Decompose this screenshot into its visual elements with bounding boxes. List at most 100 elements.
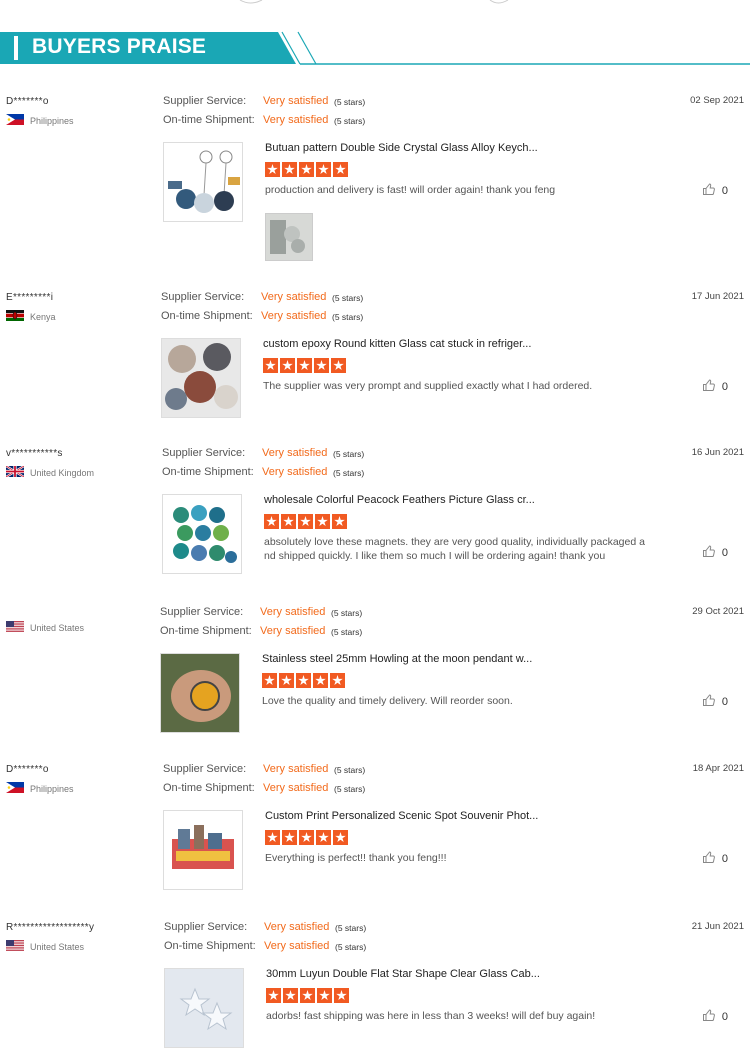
shipment-label: On-time Shipment:	[164, 940, 256, 952]
like-count: 0	[721, 852, 728, 865]
like-button[interactable]: 0	[702, 850, 728, 867]
supplier-service-stars: (5 stars)	[331, 608, 363, 618]
souvenir-thumbnail[interactable]	[163, 810, 243, 890]
review-comment: adorbs! fast shipping was here in less t…	[266, 1010, 596, 1022]
reviewer-name: D*******o	[6, 96, 49, 107]
kitten-magnet-thumbnail[interactable]	[161, 338, 241, 418]
top-divider	[239, 0, 509, 4]
product-title-link[interactable]: 30mm Luyun Double Flat Star Shape Clear …	[266, 968, 540, 980]
star-icon	[333, 162, 348, 177]
thumbs-up-icon	[702, 693, 716, 710]
keychain-thumbnail[interactable]	[163, 142, 243, 222]
shipment-stars: (5 stars)	[332, 312, 364, 322]
product-title-link[interactable]: custom epoxy Round kitten Glass cat stuc…	[263, 338, 531, 350]
peacock-magnet-thumbnail[interactable]	[162, 494, 242, 574]
star-icon	[265, 830, 280, 845]
star-icon	[300, 988, 315, 1003]
shipment-stars: (5 stars)	[335, 942, 367, 952]
star-icon	[265, 162, 280, 177]
country-name: United Kingdom	[30, 467, 95, 478]
country-name: Philippines	[30, 783, 74, 794]
star-icon	[283, 988, 298, 1003]
star-icon	[280, 358, 295, 373]
product-title-link[interactable]: Stainless steel 25mm Howling at the moon…	[262, 653, 532, 665]
shipment-rating: Very satisfied	[260, 625, 326, 637]
shipment-stars: (5 stars)	[333, 468, 365, 478]
review-date: 16 Jun 2021	[691, 447, 744, 458]
shipment-stars: (5 stars)	[334, 116, 366, 126]
shipment-label: On-time Shipment:	[161, 310, 253, 322]
country-name: Philippines	[30, 115, 74, 126]
review-date: 02 Sep 2021	[690, 95, 744, 106]
like-count: 0	[721, 546, 728, 559]
review-date: 18 Apr 2021	[692, 763, 744, 774]
review-comment: Everything is perfect!! thank you feng!!…	[265, 852, 447, 864]
supplier-service-rating: Very satisfied	[263, 763, 329, 775]
shipment-rating: Very satisfied	[263, 114, 329, 126]
star-icon	[332, 514, 347, 529]
review-comment: The supplier was very prompt and supplie…	[263, 380, 593, 392]
thumbs-up-icon	[702, 850, 716, 867]
reviewer-country: Philippines	[6, 114, 74, 127]
shipment-rating: Very satisfied	[262, 466, 328, 478]
shipment-label: On-time Shipment:	[162, 466, 254, 478]
review-date: 17 Jun 2021	[691, 291, 744, 302]
like-button[interactable]: 0	[702, 182, 728, 199]
philippines-flag-icon	[6, 114, 24, 127]
reviewer-name: v***********s	[6, 448, 63, 459]
supplier-service-rating: Very satisfied	[261, 291, 327, 303]
star-icon	[313, 673, 328, 688]
product-title-link[interactable]: Butuan pattern Double Side Crystal Glass…	[265, 142, 538, 154]
supplier-service-stars: (5 stars)	[335, 923, 367, 933]
us-flag-icon	[6, 621, 24, 634]
rating-stars	[264, 514, 347, 529]
review-photo[interactable]	[265, 213, 313, 261]
reviewer-name: E*********i	[6, 292, 54, 303]
star-icon	[297, 358, 312, 373]
pendant-thumbnail[interactable]	[160, 653, 240, 733]
like-button[interactable]: 0	[702, 1008, 728, 1025]
like-count: 0	[721, 380, 728, 393]
star-icon	[317, 988, 332, 1003]
review-comment: production and delivery is fast! will or…	[265, 184, 556, 196]
review-date: 29 Oct 2021	[692, 606, 744, 617]
rating-stars	[263, 358, 346, 373]
star-icon	[282, 830, 297, 845]
thumbs-up-icon	[702, 544, 716, 561]
supplier-service-rating: Very satisfied	[262, 447, 328, 459]
star-icon	[264, 514, 279, 529]
star-icon	[266, 988, 281, 1003]
like-count: 0	[721, 1010, 728, 1023]
star-icon	[334, 988, 349, 1003]
star-icon	[316, 162, 331, 177]
shipment-rating: Very satisfied	[264, 940, 330, 952]
kenya-flag-icon	[6, 310, 24, 323]
star-icon	[263, 358, 278, 373]
us-flag-icon	[6, 940, 24, 953]
star-icon	[331, 358, 346, 373]
star-glass-thumbnail[interactable]	[164, 968, 244, 1048]
supplier-service-rating: Very satisfied	[264, 921, 330, 933]
star-icon	[299, 830, 314, 845]
supplier-service-label: Supplier Service:	[162, 447, 246, 459]
section-title: BUYERS PRAISE	[32, 35, 207, 58]
shipment-stars: (5 stars)	[334, 784, 366, 794]
review-comment: absolutely love these magnets. they are …	[264, 536, 645, 562]
star-icon	[299, 162, 314, 177]
product-title-link[interactable]: wholesale Colorful Peacock Feathers Pict…	[264, 494, 535, 506]
star-icon	[279, 673, 294, 688]
supplier-service-label: Supplier Service:	[161, 291, 245, 303]
supplier-service-stars: (5 stars)	[334, 765, 366, 775]
product-title-link[interactable]: Custom Print Personalized Scenic Spot So…	[265, 810, 538, 822]
like-count: 0	[721, 184, 728, 197]
like-button[interactable]: 0	[702, 378, 728, 395]
supplier-service-stars: (5 stars)	[333, 449, 365, 459]
like-button[interactable]: 0	[702, 693, 728, 710]
rating-stars	[262, 673, 345, 688]
star-icon	[316, 830, 331, 845]
supplier-service-stars: (5 stars)	[334, 97, 366, 107]
supplier-service-label: Supplier Service:	[164, 921, 248, 933]
like-button[interactable]: 0	[702, 544, 728, 561]
philippines-flag-icon	[6, 782, 24, 795]
country-name: United States	[30, 941, 85, 952]
